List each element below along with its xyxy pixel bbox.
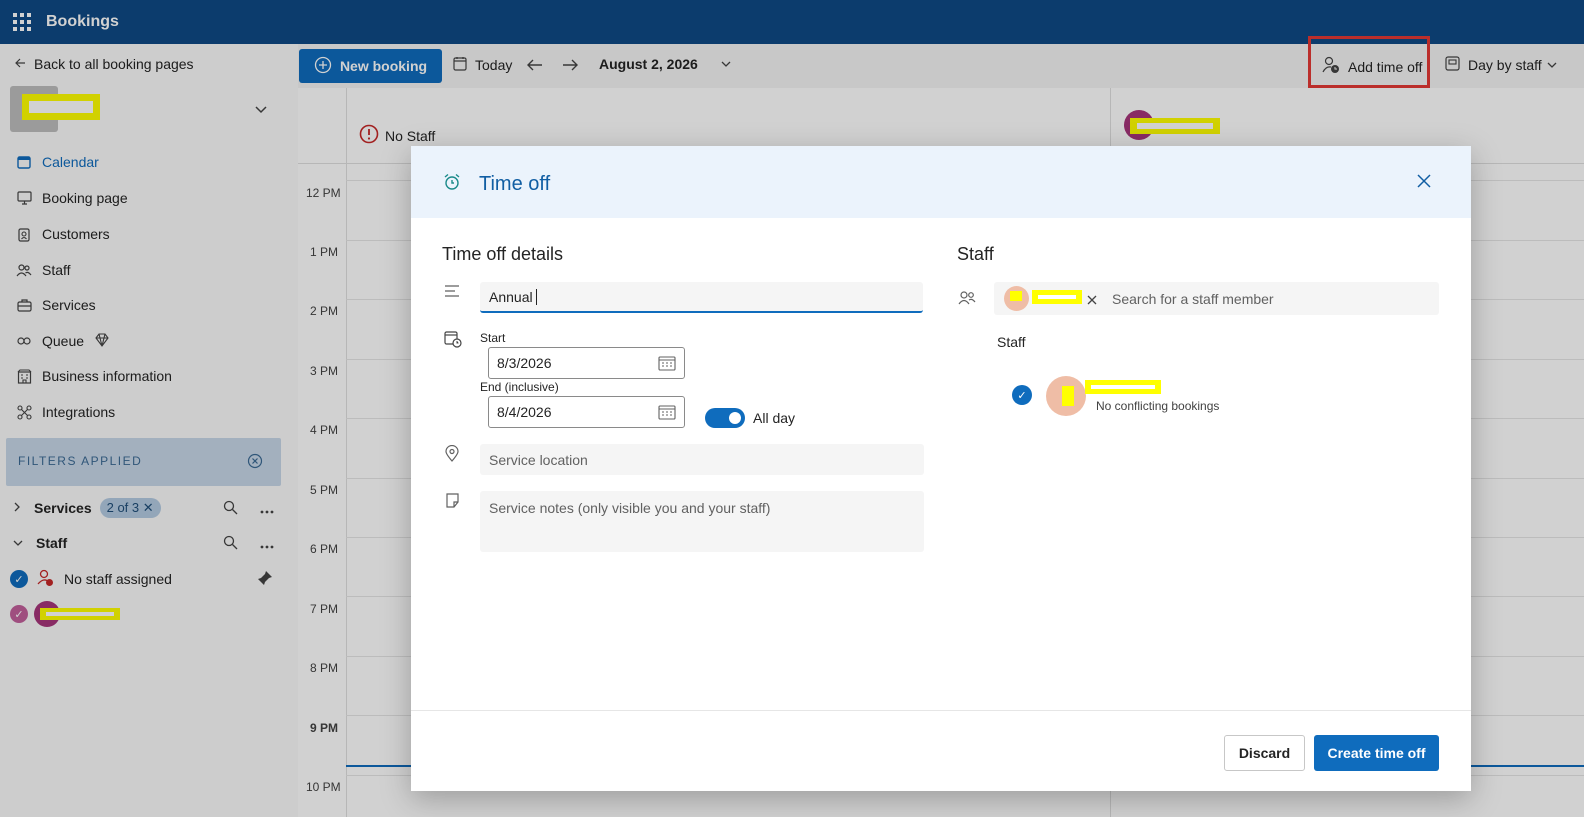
- end-date-value: 8/4/2026: [497, 404, 552, 420]
- dialog-title: Time off: [479, 173, 551, 195]
- time-off-dialog: Time off Time off details Annual Start 8…: [411, 146, 1471, 791]
- start-label: Start: [480, 331, 506, 345]
- start-date-input[interactable]: 8/3/2026: [488, 347, 685, 379]
- create-time-off-label: Create time off: [1327, 745, 1426, 761]
- start-date-value: 8/3/2026: [497, 355, 552, 371]
- staff-search-placeholder: Search for a staff member: [1112, 290, 1274, 307]
- staff-picker[interactable]: Search for a staff member: [994, 282, 1439, 315]
- dialog-header: Time off: [411, 146, 1471, 218]
- people-icon: [958, 290, 976, 308]
- location-pin-icon: [445, 444, 459, 465]
- text-description-icon: [444, 284, 460, 301]
- calendar-icon[interactable]: [658, 404, 676, 423]
- service-location-placeholder: Service location: [489, 451, 588, 468]
- no-conflicts-label: No conflicting bookings: [1096, 399, 1220, 413]
- staff-list-label: Staff: [997, 334, 1026, 350]
- redacted-staff-name: [1085, 380, 1161, 394]
- calendar-clock-icon: [444, 330, 462, 351]
- time-off-details-heading: Time off details: [442, 244, 564, 264]
- discard-button[interactable]: Discard: [1224, 735, 1305, 771]
- service-notes-placeholder: Service notes (only visible you and your…: [489, 500, 771, 516]
- all-day-toggle[interactable]: [705, 408, 745, 428]
- end-date-input[interactable]: 8/4/2026: [488, 396, 685, 428]
- create-time-off-button[interactable]: Create time off: [1314, 735, 1439, 771]
- note-icon: [445, 493, 460, 511]
- service-location-input[interactable]: Service location: [480, 444, 924, 475]
- redacted-staff-name: [1032, 290, 1082, 304]
- close-icon[interactable]: [1417, 174, 1431, 191]
- service-notes-input[interactable]: Service notes (only visible you and your…: [480, 491, 924, 552]
- selected-staff-chip[interactable]: [994, 282, 1102, 315]
- alarm-clock-icon: [443, 173, 461, 194]
- discard-label: Discard: [1238, 745, 1291, 761]
- time-off-title-value: Annual: [489, 288, 533, 305]
- redacted-initials: [1062, 386, 1074, 406]
- remove-icon[interactable]: [1087, 292, 1097, 308]
- checkbox-checked-icon[interactable]: ✓: [1012, 385, 1032, 405]
- calendar-icon[interactable]: [658, 355, 676, 374]
- all-day-label: All day: [753, 410, 796, 426]
- time-off-title-input[interactable]: Annual: [480, 282, 923, 313]
- staff-heading: Staff: [957, 244, 994, 264]
- redacted-initials: [1010, 291, 1022, 301]
- end-label: End (inclusive): [480, 380, 559, 394]
